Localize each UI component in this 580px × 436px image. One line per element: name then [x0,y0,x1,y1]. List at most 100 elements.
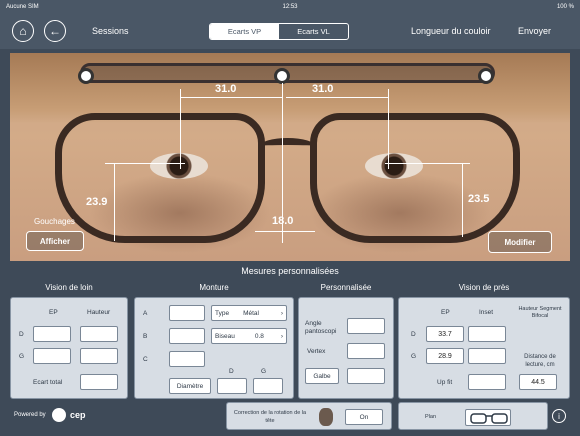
diametre-d-input[interactable] [217,378,247,394]
distance-segmented-control[interactable]: Ecarts VP Ecarts VL [209,23,349,40]
carrier-text: Aucune SIM [6,3,39,10]
clock: 12:53 [282,3,298,10]
vp-ep-g-input[interactable]: 28.9 [426,348,464,364]
chevron-right-icon: › [280,309,283,317]
rotation-label: Correction de la rotation de la tête [233,410,307,424]
gouchages-label: Gouchages [34,217,75,226]
monture-box: A B C Type Métal › Biseau 0.8 › D G Diam… [134,297,294,399]
clip-marker-left[interactable] [78,68,94,84]
pd-left-line [180,97,282,98]
pd-left-value: 31.0 [215,83,237,95]
brand-logo-icon [52,408,66,422]
monture-row-b: B [143,333,148,340]
left-pupil-horizontal [105,163,185,164]
vl-ep-g-input[interactable] [33,348,71,364]
vp-inset-g-input[interactable] [468,348,506,364]
vl-ep-d-input[interactable] [33,326,71,342]
monture-title: Monture [199,283,229,292]
personnalisee-title: Personnalisée [320,283,372,292]
monture-c-input[interactable] [169,351,205,367]
head-rotation-icon [319,408,333,426]
left-height-line [114,163,115,241]
send-button[interactable]: Envoyer [518,26,551,36]
vl-hauteur-d-input[interactable] [80,326,118,342]
type-label: Type [215,309,230,317]
height-right-value: 23.5 [468,193,490,205]
modifier-button[interactable]: Modifier [488,231,552,253]
clip-marker-center[interactable] [274,68,290,84]
frame-left-lens [55,113,265,243]
diametre-g-input[interactable] [253,378,283,394]
vl-ecart-total-input[interactable] [80,374,118,390]
biseau-label: Biseau [215,332,235,340]
monture-a-input[interactable] [169,305,205,321]
galbe-input[interactable] [347,368,385,384]
sessions-link[interactable]: Sessions [92,26,129,36]
rotation-on-button[interactable]: On [345,409,383,425]
biseau-value: 0.8 [254,332,264,340]
tab-ecarts-vp[interactable]: Ecarts VP [210,24,279,39]
afficher-button[interactable]: Afficher [26,231,84,251]
vision-pres-box: EP Inset Hauteur Segment Bifocal D G 33.… [398,297,570,399]
plan-view-button[interactable] [465,409,511,426]
distance-label: Distance de lecture, cm [524,354,556,368]
angle-label: Angle pantoscopi [305,320,337,335]
vision-loin-title: Vision de loin [45,283,93,292]
upfit-label: Up fit [437,379,453,386]
vl-hauteur-g-input[interactable] [80,348,118,364]
battery-text: 100 % [556,3,574,10]
diametre-button[interactable]: Diamètre [169,378,211,394]
vl-col-ep: EP [49,309,58,316]
vp-ep-d-input[interactable]: 33.7 [426,326,464,342]
tab-ecarts-vl[interactable]: Ecarts VL [279,24,348,39]
monture-col-g: G [261,368,267,375]
home-button[interactable]: ⌂ [12,20,34,42]
glasses-icon [470,413,508,424]
pd-right-line [286,97,388,98]
bridge-line [255,231,315,232]
vl-col-hauteur: Hauteur [87,309,111,316]
personnalisee-box: Angle pantoscopi Vertex Galbe [298,297,394,399]
chevron-right-icon: › [280,332,283,340]
footer: Powered by cep Correction de la rotation… [0,402,580,436]
right-pupil-horizontal [385,163,470,164]
pd-right-value: 31.0 [312,83,334,95]
right-pupil-vertical [388,89,389,169]
vl-ecart-total-label: Ecart total [33,379,63,386]
monture-row-c: C [143,356,148,363]
vertex-input[interactable] [347,343,385,359]
monture-row-a: A [143,310,148,317]
frame-bridge [260,138,315,154]
back-arrow-icon: ← [49,24,61,38]
vp-col-ep: EP [441,309,450,316]
bridge-value: 18.0 [272,215,294,227]
plan-label: Plan [425,414,437,420]
vertex-label: Vertex [307,348,326,355]
frame-right-lens [310,113,520,243]
angle-input[interactable] [347,318,385,334]
galbe-button[interactable]: Galbe [305,368,339,384]
face-photo: 31.0 31.0 23.9 23.5 18.0 Gouchages Affic… [10,53,570,261]
vp-col-inset: Inset [479,309,494,316]
vision-pres-title: Vision de près [458,283,510,292]
biseau-select[interactable]: Biseau 0.8 › [211,328,287,344]
status-bar: Aucune SIM 12:53 100 % [0,0,580,13]
upfit-input[interactable] [468,374,506,390]
type-value: Métal [243,309,259,317]
corridor-length-link[interactable]: Longueur du couloir [411,26,491,36]
monture-b-input[interactable] [169,328,205,344]
info-icon[interactable]: i [552,409,566,423]
vp-inset-d-input[interactable] [468,326,506,342]
type-select[interactable]: Type Métal › [211,305,287,321]
clip-marker-right[interactable] [478,68,494,84]
height-left-value: 23.9 [86,196,108,208]
brand-name: cep [70,410,86,420]
vp-row-d: D [411,331,416,338]
back-button[interactable]: ← [44,20,66,42]
plan-box: Plan [398,402,548,430]
right-height-line [462,163,463,237]
distance-input[interactable]: 44.5 [519,374,557,390]
home-icon: ⌂ [19,24,27,38]
left-pupil-vertical [180,89,181,169]
vision-loin-box: EP Hauteur D G Ecart total [10,297,128,399]
